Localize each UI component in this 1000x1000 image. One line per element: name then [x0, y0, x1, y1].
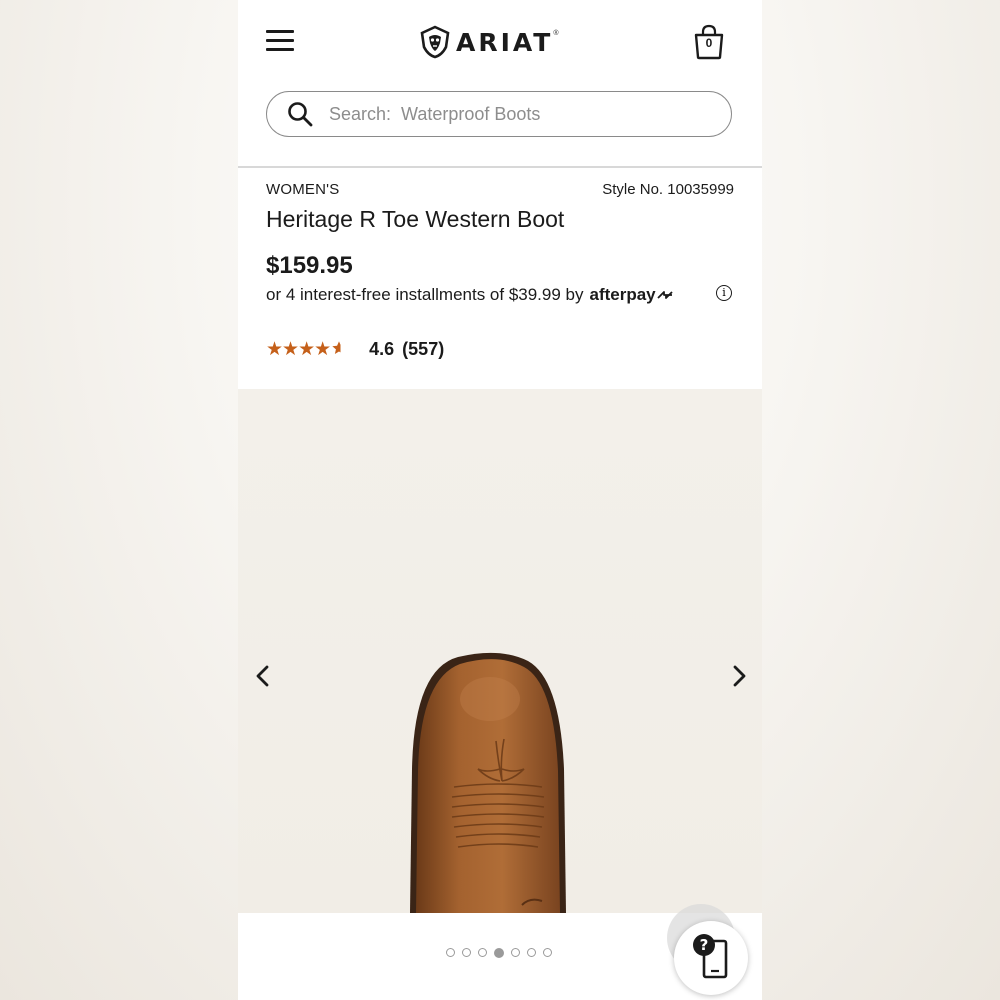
- carousel-dot[interactable]: [543, 948, 552, 957]
- product-category: WOMEN'S: [266, 181, 340, 198]
- carousel-dot[interactable]: [511, 948, 520, 957]
- style-number: Style No. 10035999: [602, 181, 734, 198]
- cart-count-badge: 0: [705, 36, 713, 50]
- product-image-carousel[interactable]: [238, 389, 762, 913]
- header-divider: [238, 166, 762, 168]
- product-title: Heritage R Toe Western Boot: [266, 206, 565, 232]
- carousel-dot[interactable]: [446, 948, 455, 957]
- installments-line: or 4 interest-free installments of $39.9…: [266, 285, 674, 305]
- search-bar[interactable]: [266, 91, 732, 137]
- ariat-horse-logo-icon: [420, 25, 450, 59]
- rating-stars-icon: ★★★★: [266, 338, 347, 360]
- search-icon[interactable]: [287, 101, 313, 127]
- search-input[interactable]: [327, 102, 711, 126]
- carousel-pagination: [446, 948, 559, 958]
- info-icon[interactable]: i: [716, 285, 732, 301]
- product-rating[interactable]: ★★★★ 4.6 (557): [266, 338, 444, 360]
- chevron-left-icon[interactable]: [248, 661, 278, 691]
- carousel-dot-active[interactable]: [494, 948, 504, 958]
- afterpay-logo: afterpay: [590, 285, 674, 305]
- chevron-right-icon[interactable]: [724, 661, 754, 691]
- brand-logo[interactable]: ARIAT ®: [418, 24, 559, 60]
- shopping-bag-button[interactable]: 0: [692, 24, 726, 60]
- full-stars: ★★★★: [266, 338, 331, 360]
- installments-text: or 4 interest-free installments of $39.9…: [266, 285, 584, 304]
- help-chat-icon: ?: [693, 934, 728, 979]
- afterpay-label: afterpay: [589, 285, 656, 304]
- help-chat-button[interactable]: ?: [674, 921, 748, 995]
- carousel-dot[interactable]: [462, 948, 471, 957]
- carousel-dot[interactable]: [478, 948, 487, 957]
- product-image-boot: [410, 652, 566, 913]
- trademark-symbol: ®: [553, 30, 559, 37]
- brand-name: ARIAT: [456, 27, 554, 57]
- mobile-page: ARIAT ® 0 WOMEN'S Style No. 10035999 Her…: [238, 0, 762, 1000]
- help-glyph: ?: [700, 936, 709, 954]
- rating-value: 4.6: [369, 338, 395, 359]
- partial-star-icon: [332, 341, 346, 354]
- review-count: (557): [402, 338, 445, 359]
- product-price: $159.95: [266, 252, 353, 279]
- carousel-dot[interactable]: [527, 948, 536, 957]
- menu-icon[interactable]: [266, 30, 294, 52]
- afterpay-arrows-icon: [657, 291, 673, 299]
